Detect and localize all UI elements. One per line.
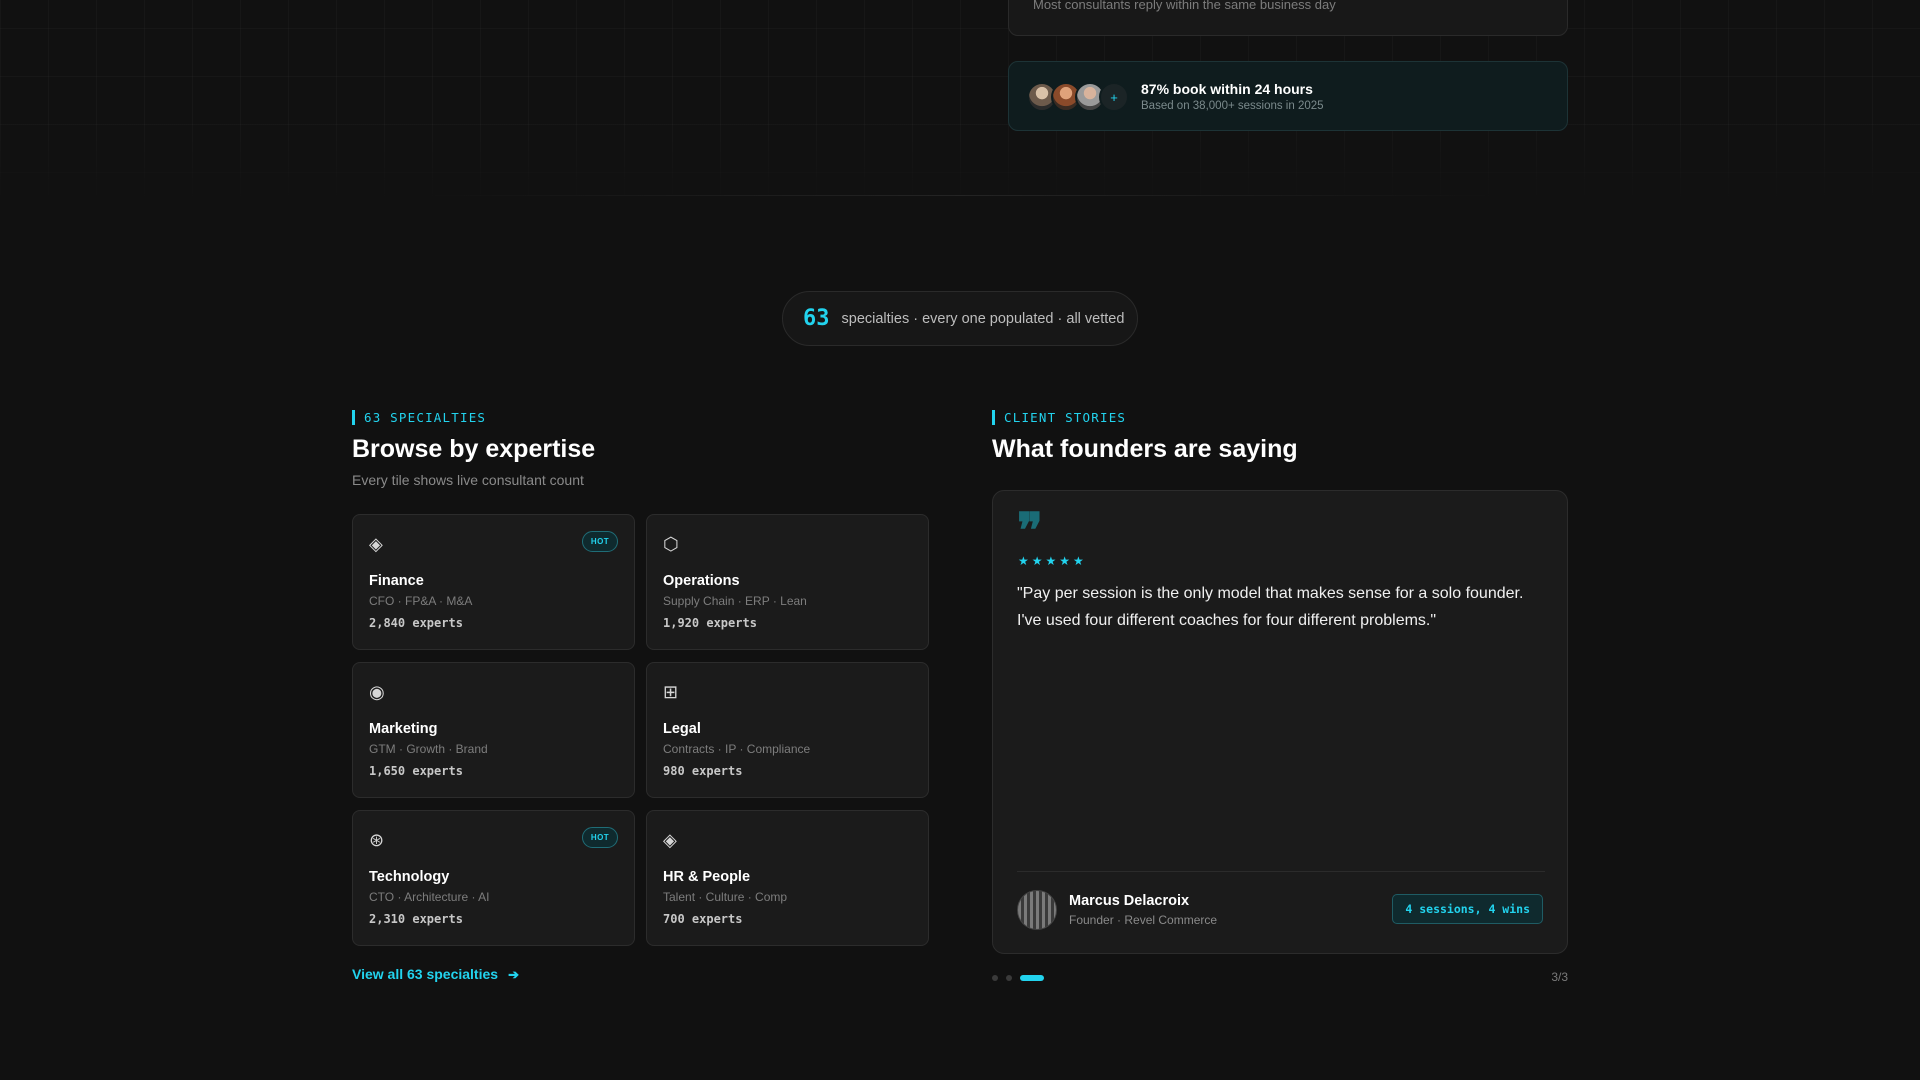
avatar-more: + <box>1099 82 1129 112</box>
specialty-tile-technology[interactable]: ⊛ HOT Technology CTO · Architecture · AI… <box>352 810 635 946</box>
carousel-dot-active[interactable] <box>1020 975 1044 981</box>
section-divider <box>420 195 1500 196</box>
tile-tags: CTO · Architecture · AI <box>369 890 490 904</box>
tile-expert-count: 2,310 experts <box>369 912 463 926</box>
stories-eyebrow: CLIENT STORIES <box>992 410 1126 425</box>
hot-badge: HOT <box>581 827 618 848</box>
tile-expert-count: 700 experts <box>663 912 743 926</box>
diamond-icon: ◈ <box>663 830 677 850</box>
view-all-label: View all 63 specialties <box>352 966 499 982</box>
tile-tags: Talent · Culture · Comp <box>663 890 788 904</box>
tile-name: Legal <box>663 721 701 737</box>
specialties-subtitle: Every tile shows live consultant count <box>352 472 584 488</box>
tile-tags: GTM · Growth · Brand <box>369 742 488 756</box>
tile-expert-count: 980 experts <box>663 764 743 778</box>
tile-name: Finance <box>369 573 424 589</box>
arrow-right-icon: ➔ <box>508 967 519 982</box>
proof-title: 87% book within 24 hours <box>1141 81 1313 97</box>
specialty-tile-marketing[interactable]: ◉ Marketing GTM · Growth · Brand 1,650 e… <box>352 662 635 798</box>
author-role: Founder · Revel Commerce <box>1069 913 1218 927</box>
stories-title: What founders are saying <box>992 435 1298 463</box>
specialty-tile-legal[interactable]: ⊞ Legal Contracts · IP · Compliance 980 … <box>646 662 929 798</box>
tile-tags: CFO · FP&A · M&A <box>369 594 473 608</box>
specialties-eyebrow: 63 SPECIALTIES <box>352 410 486 425</box>
hot-badge: HOT <box>581 531 618 552</box>
carousel-dot[interactable] <box>992 975 998 981</box>
tile-expert-count: 1,920 experts <box>663 616 757 630</box>
specialty-tile-operations[interactable]: ⬡ Operations Supply Chain · ERP · Lean 1… <box>646 514 929 650</box>
stat-text: specialties · every one populated · all … <box>841 310 1125 327</box>
page: Most consultants reply within the same b… <box>0 0 1920 1080</box>
specialty-tile-finance[interactable]: ◈ HOT Finance CFO · FP&A · M&A 2,840 exp… <box>352 514 635 650</box>
booking-proof-card: + 87% book within 24 hours Based on 38,0… <box>1008 61 1568 131</box>
specialties-title: Browse by expertise <box>352 435 596 463</box>
view-all-specialties-link[interactable]: View all 63 specialties ➔ <box>352 966 519 983</box>
author-name: Marcus Delacroix <box>1069 893 1190 909</box>
target-icon: ◉ <box>369 682 385 702</box>
grid-fade <box>0 120 1920 200</box>
hexagon-icon: ⬡ <box>663 534 679 554</box>
testimonial-quote: "Pay per session is the only model that … <box>1017 585 1524 629</box>
proof-subtitle: Based on 38,000+ sessions in 2025 <box>1141 100 1324 112</box>
avatar <box>1017 890 1057 930</box>
quote-icon: ❞ <box>1017 503 1043 559</box>
divider <box>1017 871 1545 872</box>
carousel-pager: 3/3 <box>1551 970 1568 984</box>
reply-time-note: Most consultants reply within the same b… <box>1033 0 1336 12</box>
grid-box-icon: ⊞ <box>663 682 679 702</box>
tile-name: HR & People <box>663 869 751 885</box>
tile-tags: Supply Chain · ERP · Lean <box>663 594 807 608</box>
tile-name: Marketing <box>369 721 438 737</box>
tile-name: Technology <box>369 869 450 885</box>
testimonial-card: ❞ ★★★★★ "Pay per session is the only mod… <box>992 490 1568 954</box>
specialty-tile-hr-people[interactable]: ◈ HR & People Talent · Culture · Comp 70… <box>646 810 929 946</box>
sessions-badge: 4 sessions, 4 wins <box>1392 894 1543 924</box>
tile-tags: Contracts · IP · Compliance <box>663 742 811 756</box>
specialties-stat-pill: 63 specialties · every one populated · a… <box>782 291 1138 346</box>
stat-number: 63 <box>803 306 830 331</box>
tile-expert-count: 1,650 experts <box>369 764 463 778</box>
tile-name: Operations <box>663 573 740 589</box>
tile-expert-count: 2,840 experts <box>369 616 463 630</box>
diamond-icon: ◈ <box>369 534 383 554</box>
asterisk-circle-icon: ⊛ <box>369 830 385 850</box>
reply-time-card: Most consultants reply within the same b… <box>1008 0 1568 36</box>
star-rating: ★★★★★ <box>1018 554 1087 568</box>
carousel-dot[interactable] <box>1006 975 1012 981</box>
